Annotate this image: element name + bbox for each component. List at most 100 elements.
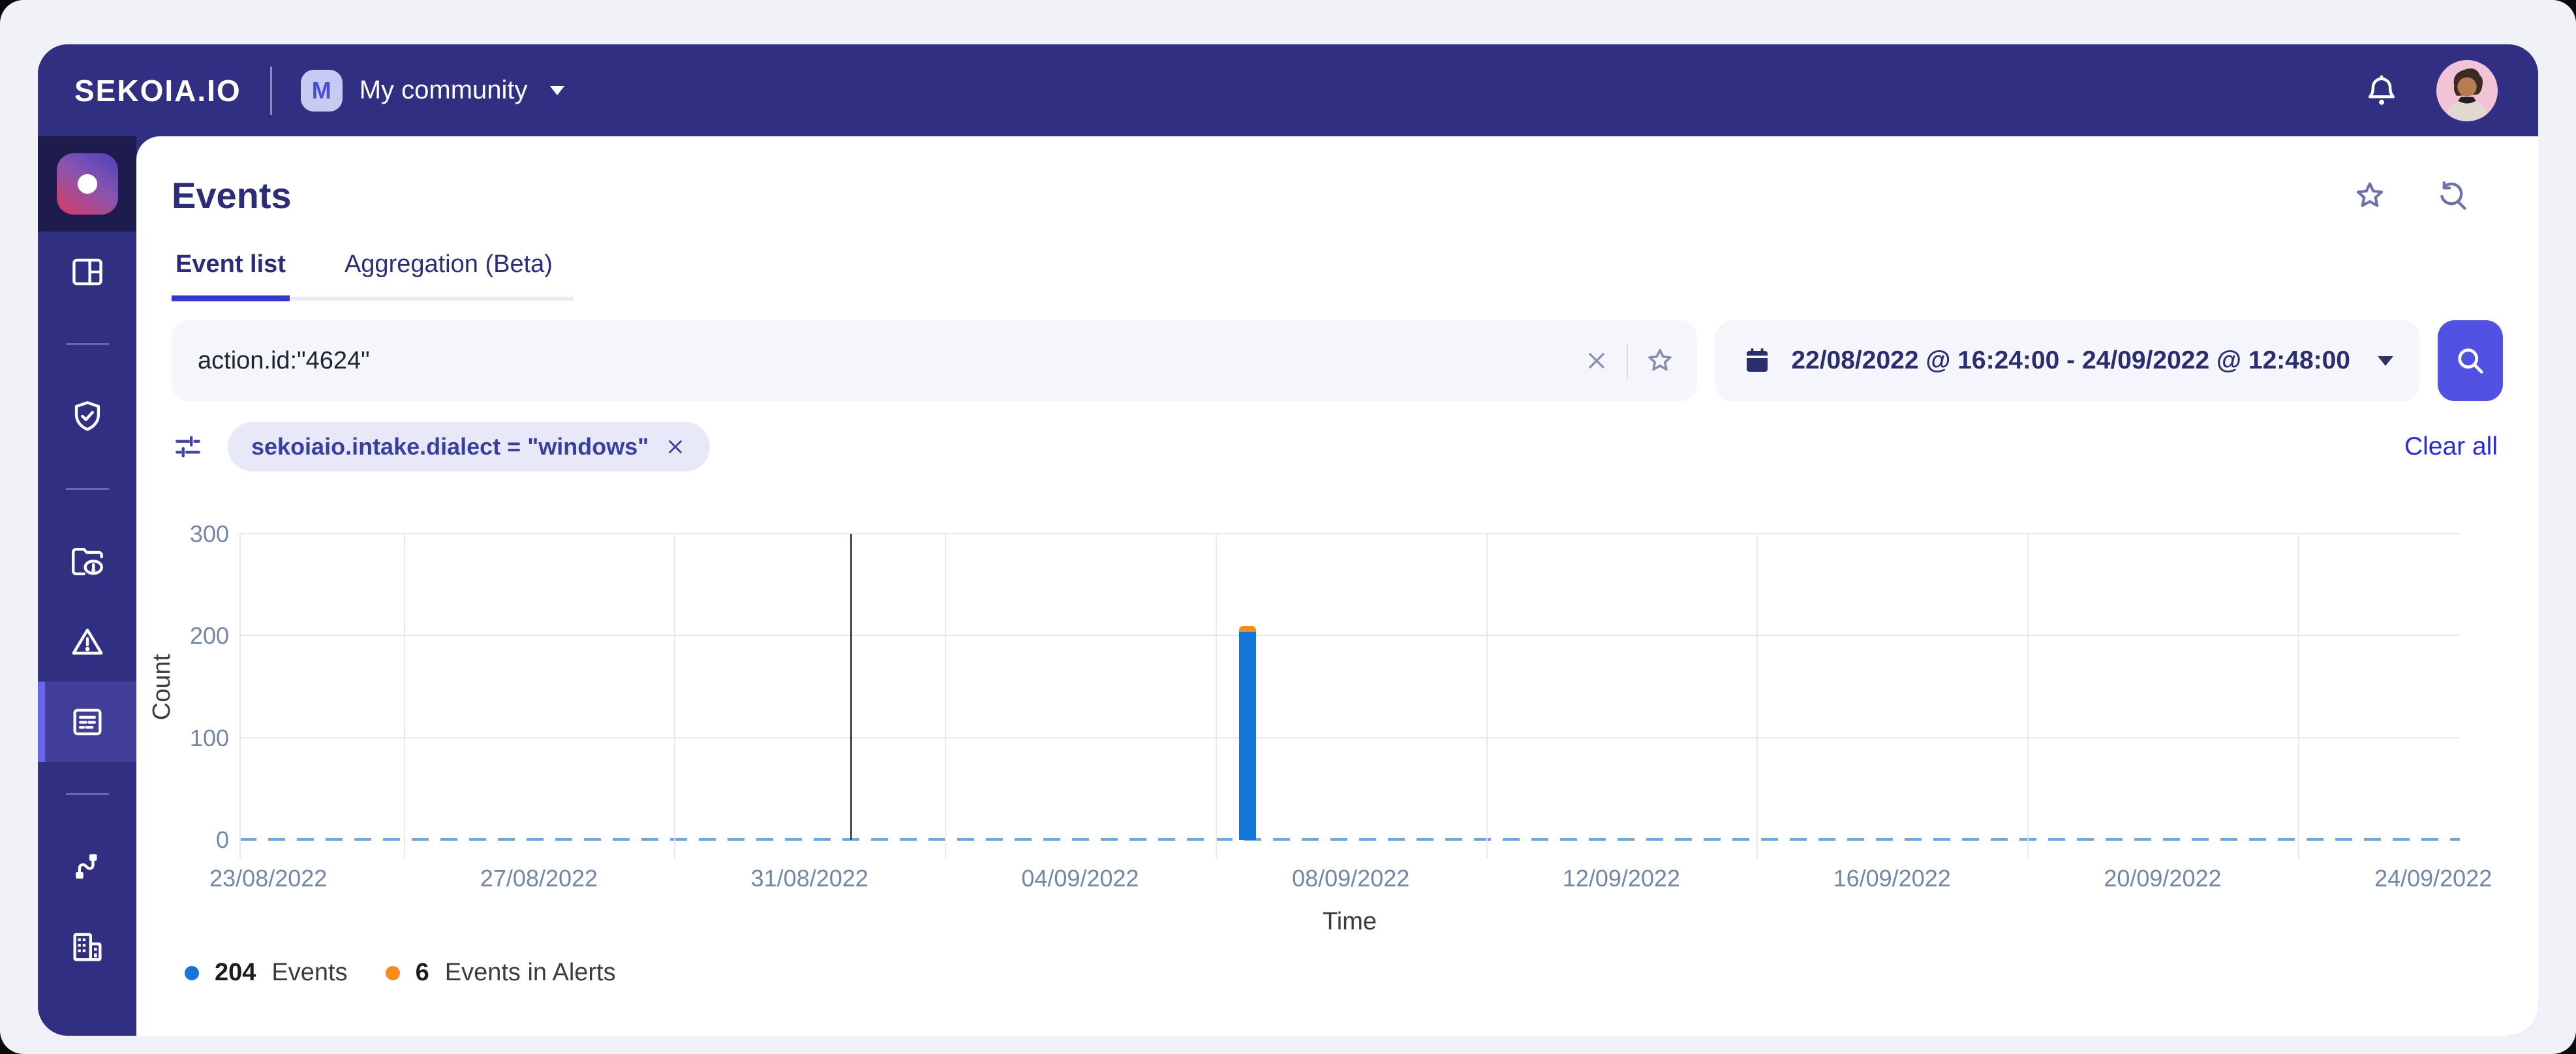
sidebar-divider bbox=[38, 457, 136, 521]
x-axis-tick-label: 31/08/2022 bbox=[750, 865, 868, 892]
y-axis-tick-label: 100 bbox=[189, 724, 229, 751]
magnifier-icon bbox=[2453, 344, 2487, 378]
y-axis-line bbox=[239, 534, 241, 858]
y-axis-tick-label: 300 bbox=[189, 520, 229, 547]
filter-chip[interactable]: sekoiaio.intake.dialect = "windows" bbox=[228, 422, 711, 472]
x-axis-tick-label: 12/09/2022 bbox=[1562, 865, 1681, 892]
app-logo bbox=[56, 153, 118, 215]
user-avatar[interactable] bbox=[2436, 59, 2498, 121]
shield-check-icon bbox=[69, 398, 106, 436]
avatar-photo-icon bbox=[2436, 59, 2498, 121]
dashboard-icon bbox=[69, 253, 106, 291]
x-axis-tick-label: 27/08/2022 bbox=[480, 865, 598, 892]
sidebar-divider bbox=[38, 312, 136, 376]
sidebar-item-home[interactable] bbox=[38, 136, 136, 232]
search-input[interactable] bbox=[198, 346, 1584, 375]
h-gridline bbox=[239, 635, 2460, 637]
intake-plug-icon bbox=[69, 848, 106, 886]
clear-query-button[interactable] bbox=[1584, 348, 1610, 374]
favorite-page-button[interactable] bbox=[2353, 179, 2387, 213]
topbar: SEKOIA.IO M My community bbox=[38, 44, 2538, 136]
main-content: Events Event list Aggregation (Beta) act… bbox=[136, 136, 2538, 1036]
x-axis-tick-label: 04/09/2022 bbox=[1021, 865, 1139, 892]
input-divider bbox=[1627, 343, 1629, 378]
star-icon bbox=[2353, 179, 2387, 213]
v-gridline bbox=[403, 534, 405, 858]
x-axis-tick-label: 08/09/2022 bbox=[1292, 865, 1410, 892]
community-initial-badge: M bbox=[300, 69, 343, 112]
v-gridline bbox=[674, 534, 676, 858]
v-gridline bbox=[1486, 534, 1488, 858]
sidebar-divider bbox=[38, 762, 136, 826]
legend-label-alerts: Events in Alerts bbox=[444, 959, 616, 986]
v-gridline bbox=[2027, 534, 2029, 858]
sidebar-item-cases[interactable] bbox=[38, 521, 136, 601]
star-icon bbox=[1645, 346, 1675, 376]
h-gridline bbox=[239, 736, 2460, 738]
x-icon bbox=[1584, 348, 1610, 374]
community-switcher[interactable]: M My community bbox=[300, 69, 564, 112]
sidebar-item-intakes[interactable] bbox=[38, 826, 136, 907]
legend-dot-alerts bbox=[385, 965, 400, 980]
tab-event-list[interactable]: Event list bbox=[172, 250, 290, 301]
y-axis-tick-label: 200 bbox=[189, 622, 229, 650]
chart-legend: 204 Events 6 Events in Alerts bbox=[185, 959, 2460, 987]
h-gridline bbox=[239, 533, 2460, 534]
v-gridline bbox=[1756, 534, 1758, 858]
y-axis-tick-label: 0 bbox=[215, 826, 229, 853]
date-range-value: 22/08/2022 @ 16:24:00 - 24/09/2022 @ 12:… bbox=[1791, 346, 2350, 374]
legend-value-events: 204 bbox=[215, 959, 256, 986]
calendar-icon bbox=[1741, 345, 1773, 376]
x-axis-title: Time bbox=[1322, 908, 1377, 935]
bell-icon bbox=[2363, 72, 2400, 109]
clear-all-filters-button[interactable]: Clear all bbox=[2404, 432, 2498, 461]
app-window: SEKOIA.IO M My community Events Event li… bbox=[38, 44, 2538, 1036]
page-background: SEKOIA.IO M My community Events Event li… bbox=[0, 0, 2576, 1054]
sidebar-item-community[interactable] bbox=[38, 907, 136, 987]
topbar-divider bbox=[269, 66, 272, 115]
folder-alert-icon bbox=[69, 543, 106, 580]
tab-aggregation[interactable]: Aggregation (Beta) bbox=[341, 250, 557, 301]
tune-sliders-icon bbox=[172, 430, 204, 463]
bar-segment-events bbox=[1238, 632, 1256, 840]
organization-building-icon bbox=[69, 928, 106, 966]
sidebar bbox=[38, 136, 136, 1036]
y-axis-title: Count bbox=[148, 654, 176, 721]
sidebar-item-events[interactable] bbox=[38, 682, 136, 762]
x-axis-tick-label: 16/09/2022 bbox=[1833, 865, 1951, 892]
notifications-button[interactable] bbox=[2363, 72, 2400, 109]
sidebar-item-alerts[interactable] bbox=[38, 601, 136, 682]
x-axis-labels: 23/08/2022 27/08/2022 31/08/2022 04/09/2022… bbox=[209, 840, 2492, 908]
chart-plot-area[interactable] bbox=[239, 533, 2460, 858]
query-search-box[interactable] bbox=[172, 320, 1698, 401]
search-history-button[interactable] bbox=[2435, 179, 2469, 213]
events-chart: Count 0 100 200 300 23/08/2022 27/08/2022 31/… bbox=[143, 520, 2492, 987]
chevron-down-icon bbox=[2378, 355, 2393, 366]
y-axis-labels: 0 100 200 300 bbox=[182, 520, 239, 853]
filters-button[interactable] bbox=[172, 430, 204, 463]
bar-segment-alerts bbox=[1238, 625, 1256, 633]
page-title: Events bbox=[172, 175, 292, 216]
chevron-down-icon bbox=[549, 85, 564, 95]
annotation-line bbox=[850, 534, 852, 840]
search-history-icon bbox=[2435, 179, 2469, 213]
date-range-picker[interactable]: 22/08/2022 @ 16:24:00 - 24/09/2022 @ 12:… bbox=[1715, 320, 2419, 401]
legend-label-events: Events bbox=[271, 959, 348, 986]
sidebar-item-dashboard[interactable] bbox=[38, 232, 136, 312]
save-query-button[interactable] bbox=[1645, 346, 1675, 376]
legend-dot-events bbox=[185, 965, 199, 980]
stacked-bar[interactable] bbox=[1238, 534, 1256, 840]
legend-value-alerts: 6 bbox=[415, 959, 429, 986]
v-gridline bbox=[945, 534, 947, 858]
x-axis-tick-label: 20/09/2022 bbox=[2104, 865, 2222, 892]
remove-filter-x-icon[interactable] bbox=[664, 436, 686, 458]
x-axis-tick-label: 24/09/2022 bbox=[2374, 865, 2492, 892]
v-gridline bbox=[2297, 534, 2299, 858]
filter-chip-label: sekoiaio.intake.dialect = "windows" bbox=[251, 433, 649, 460]
v-gridline bbox=[1215, 534, 1217, 858]
brand-logo[interactable]: SEKOIA.IO bbox=[74, 73, 241, 108]
events-list-icon bbox=[69, 703, 106, 741]
community-name: My community bbox=[359, 76, 528, 104]
sidebar-item-security[interactable] bbox=[38, 376, 136, 457]
search-button[interactable] bbox=[2438, 320, 2503, 401]
